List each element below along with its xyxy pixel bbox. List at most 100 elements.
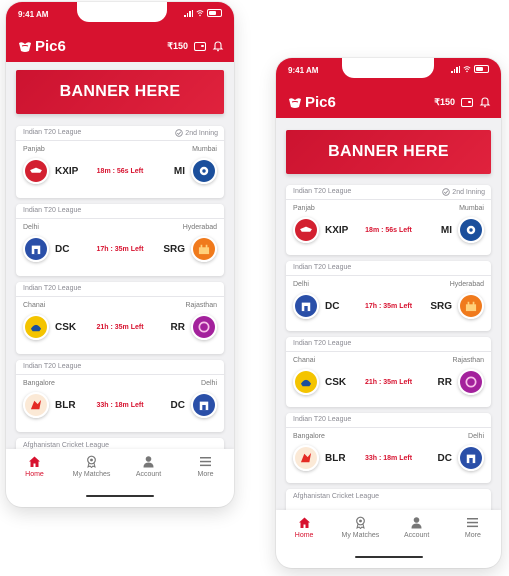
medal-icon <box>355 516 365 529</box>
nav-account[interactable]: Account <box>121 455 176 478</box>
match-card[interactable]: Indian T20 League Chanai Rajasthan CSK 2… <box>286 337 491 407</box>
nav-my-matches[interactable]: My Matches <box>64 455 119 478</box>
phone-mockup-right: 9:41 AM Pic6 ₹150 BANNER HERE Indian T20… <box>276 58 501 568</box>
league-name: Indian T20 League <box>293 264 352 271</box>
match-card[interactable]: Indian T20 League Bangalore Delhi BLR 33… <box>286 413 491 483</box>
device-notch <box>77 2 167 22</box>
status-icons <box>184 9 222 17</box>
league-name: Indian T20 League <box>23 129 82 136</box>
app-name: Pic6 <box>35 38 66 55</box>
bottom-nav: Home My Matches Account More <box>276 510 501 568</box>
team-logo-srg <box>191 236 217 262</box>
match-card[interactable]: Indian T20 League Delhi Hyderabad DC 17h… <box>16 204 224 276</box>
team-logo-dc <box>191 392 217 418</box>
nav-account[interactable]: Account <box>389 516 444 539</box>
match-card[interactable]: Indian T20 League Chanai Rajasthan CSK 2… <box>16 282 224 354</box>
phone-mockup-left: 9:41 AM Pic6 ₹150 BANNER HERE Indian T20… <box>6 2 234 507</box>
logo-icon <box>19 41 31 52</box>
away-team-code: MI <box>173 166 185 177</box>
away-city: Hyderabad <box>182 224 217 231</box>
home-city: Delhi <box>293 281 309 288</box>
app-logo[interactable]: Pic6 <box>18 38 66 55</box>
user-icon <box>411 517 422 529</box>
card-divider <box>286 275 491 276</box>
card-divider <box>286 351 491 352</box>
home-city: Bangalore <box>293 433 325 440</box>
wallet-icon[interactable] <box>194 41 206 51</box>
bell-icon[interactable] <box>212 40 224 52</box>
match-card[interactable]: Indian T20 League Delhi Hyderabad DC 17h… <box>286 261 491 331</box>
nav-home-label: Home <box>25 471 44 478</box>
away-team-code: RR <box>437 377 452 388</box>
signal-icon <box>451 65 460 73</box>
match-card[interactable]: Indian T20 League 2nd Inning Panjab Mumb… <box>16 126 224 198</box>
logo-icon <box>289 97 301 108</box>
league-name: Indian T20 League <box>23 363 82 370</box>
device-notch <box>342 58 434 78</box>
away-city: Mumbai <box>192 146 217 153</box>
away-city: Rajasthan <box>452 357 484 364</box>
user-icon <box>143 456 154 468</box>
away-city: Mumbai <box>459 205 484 212</box>
nav-account-label: Account <box>403 532 430 539</box>
wallet-icon[interactable] <box>461 97 473 107</box>
nav-my-matches[interactable]: My Matches <box>333 516 388 539</box>
status-time: 9:41 AM <box>288 66 319 75</box>
battery-icon <box>474 65 489 73</box>
match-card[interactable]: Indian T20 League Bangalore Delhi BLR 33… <box>16 360 224 432</box>
nav-more[interactable]: More <box>178 455 233 478</box>
team-logo-srg <box>458 293 484 319</box>
menu-icon <box>467 518 479 528</box>
inning-status: 2nd Inning <box>175 129 218 137</box>
card-divider <box>16 374 224 375</box>
team-logo-mi <box>458 217 484 243</box>
league-name: Afghanistan Cricket League <box>23 442 109 449</box>
header-actions: ₹150 <box>434 96 491 108</box>
away-team-code: MI <box>440 225 452 236</box>
inning-icon <box>442 188 450 196</box>
card-divider <box>16 296 224 297</box>
wifi-icon <box>196 10 204 17</box>
league-name: Indian T20 League <box>23 207 82 214</box>
league-name: Indian T20 League <box>293 416 352 423</box>
status-time: 9:41 AM <box>18 10 49 19</box>
away-team-code: SRG <box>430 301 452 312</box>
promo-banner[interactable]: BANNER HERE <box>286 130 491 174</box>
card-divider <box>16 140 224 141</box>
home-city: Panjab <box>23 146 45 153</box>
nav-home[interactable]: Home <box>7 455 62 478</box>
home-city: Chanai <box>293 357 316 364</box>
inning-label: 2nd Inning <box>452 188 485 196</box>
inning-status: 2nd Inning <box>442 188 485 196</box>
team-logo-rr <box>191 314 217 340</box>
inning-icon <box>175 129 183 137</box>
home-indicator <box>86 495 154 497</box>
away-team-code: SRG <box>163 244 185 255</box>
app-logo[interactable]: Pic6 <box>288 94 336 111</box>
app-name: Pic6 <box>305 94 336 111</box>
home-indicator <box>354 556 423 558</box>
away-city: Hyderabad <box>449 281 484 288</box>
home-city: Delhi <box>23 224 39 231</box>
inning-label: 2nd Inning <box>185 129 218 137</box>
nav-my-matches-label: My Matches <box>341 532 380 539</box>
promo-banner[interactable]: BANNER HERE <box>16 70 224 114</box>
medal-icon <box>87 455 96 468</box>
league-name: Indian T20 League <box>293 340 352 347</box>
home-city: Chanai <box>23 302 46 309</box>
home-icon <box>29 456 40 467</box>
status-icons <box>451 65 489 73</box>
team-logo-mi <box>191 158 217 184</box>
bell-icon[interactable] <box>479 96 491 108</box>
home-city: Panjab <box>293 205 315 212</box>
match-card[interactable]: Indian T20 League 2nd Inning Panjab Mumb… <box>286 185 491 255</box>
card-divider <box>286 427 491 428</box>
nav-home[interactable]: Home <box>277 516 332 539</box>
away-team-code: DC <box>437 453 452 464</box>
league-name: Indian T20 League <box>23 285 82 292</box>
league-name: Afghanistan Cricket League <box>293 493 379 500</box>
app-header: 9:41 AM Pic6 ₹150 <box>276 58 501 118</box>
nav-more[interactable]: More <box>445 516 500 539</box>
signal-icon <box>184 9 193 17</box>
card-divider <box>16 218 224 219</box>
